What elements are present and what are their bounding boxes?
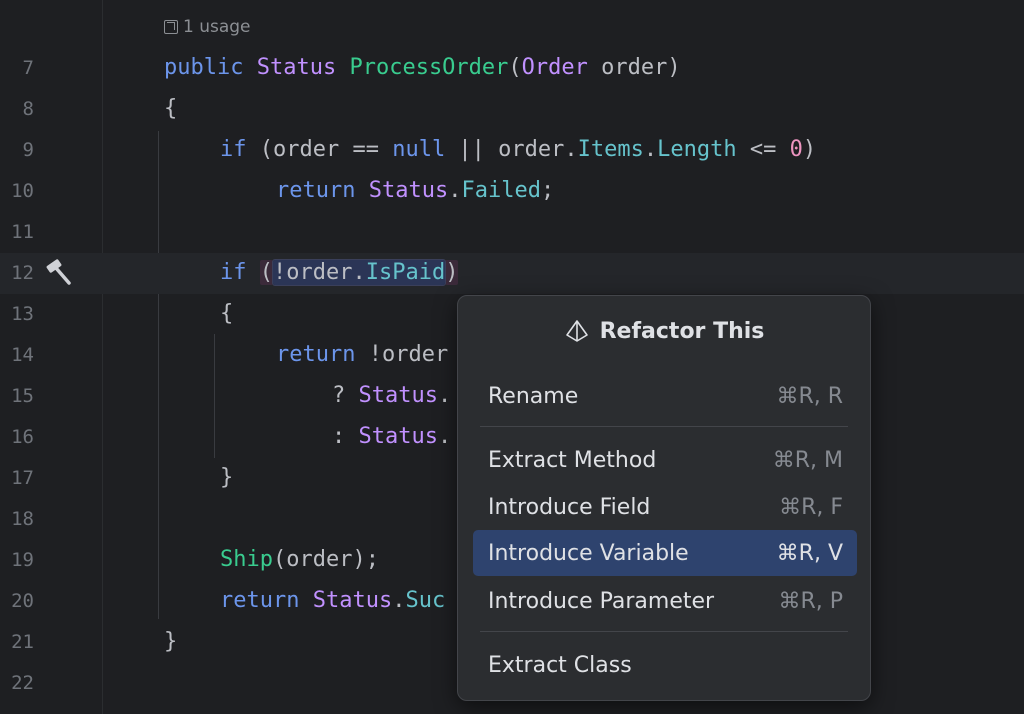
line-number: 17	[11, 467, 34, 489]
code-text: return Status.Failed;	[276, 178, 555, 203]
menu-item-extract-method[interactable]: Extract Method ⌘R, M	[473, 437, 857, 483]
shortcut-label: ⌘R, M	[772, 448, 843, 473]
line-number: 20	[11, 590, 34, 612]
menu-item-introduce-variable[interactable]: Introduce Variable ⌘R, V	[473, 530, 857, 576]
code-text: : Status.	[332, 424, 452, 449]
line-number: 21	[11, 631, 34, 653]
code-text: {	[164, 96, 178, 121]
code-text: Ship(order);	[220, 547, 379, 572]
line-number: 8	[22, 98, 34, 120]
menu-item-rename[interactable]: Rename ⌘R, R	[473, 373, 857, 419]
shortcut-label: ⌘R, P	[778, 589, 843, 614]
external-link-icon	[164, 20, 178, 34]
code-text: ? Status.	[332, 383, 452, 408]
line-number: 11	[11, 221, 34, 243]
line-number: 15	[11, 385, 34, 407]
code-line[interactable]: 10 return Status.Failed;	[0, 171, 1024, 212]
hammer-icon[interactable]	[44, 258, 74, 286]
code-line-current[interactable]: 12 if (!order.IsPaid)	[0, 253, 1024, 294]
code-text: return !order	[276, 342, 449, 367]
code-text: }	[164, 629, 178, 654]
menu-separator	[480, 426, 848, 427]
code-text: if (order == null || order.Items.Length …	[220, 137, 817, 162]
code-line[interactable]: 8 {	[0, 89, 1024, 130]
shortcut-label: ⌘R, R	[776, 384, 843, 409]
code-text: }	[220, 465, 234, 490]
line-number: 13	[11, 303, 34, 325]
popup-header: Refactor This	[458, 318, 870, 344]
line-number: 18	[11, 508, 34, 530]
line-number: 12	[11, 262, 34, 284]
usage-hint-text: 1 usage	[183, 17, 251, 37]
usage-hint[interactable]: 1 usage	[164, 17, 251, 37]
line-number: 19	[11, 549, 34, 571]
line-number: 10	[11, 180, 34, 202]
line-number: 14	[11, 344, 34, 366]
line-number: 7	[22, 57, 34, 79]
code-text: return Status.Suc	[220, 588, 446, 613]
code-line[interactable]: 9 if (order == null || order.Items.Lengt…	[0, 130, 1024, 171]
code-line[interactable]: 7 public Status ProcessOrder(Order order…	[0, 48, 1024, 89]
menu-item-extract-class[interactable]: Extract Class	[473, 642, 857, 688]
menu-item-introduce-field[interactable]: Introduce Field ⌘R, F	[473, 484, 857, 530]
code-text: public Status ProcessOrder(Order order)	[164, 55, 681, 80]
code-line[interactable]: 11	[0, 212, 1024, 253]
line-number: 9	[22, 139, 34, 161]
refactor-popup: Refactor This Rename ⌘R, R Extract Metho…	[457, 295, 871, 701]
shortcut-label: ⌘R, V	[776, 541, 843, 566]
code-text: if (!order.IsPaid)	[220, 259, 459, 286]
line-number: 22	[11, 672, 34, 694]
refactor-icon	[565, 320, 588, 342]
menu-item-introduce-parameter[interactable]: Introduce Parameter ⌘R, P	[473, 578, 857, 624]
code-text: {	[220, 301, 234, 326]
menu-separator	[480, 631, 848, 632]
line-number: 16	[11, 426, 34, 448]
popup-title: Refactor This	[599, 318, 765, 344]
selected-expression[interactable]: !order.IsPaid	[271, 259, 447, 286]
shortcut-label: ⌘R, F	[779, 495, 843, 520]
